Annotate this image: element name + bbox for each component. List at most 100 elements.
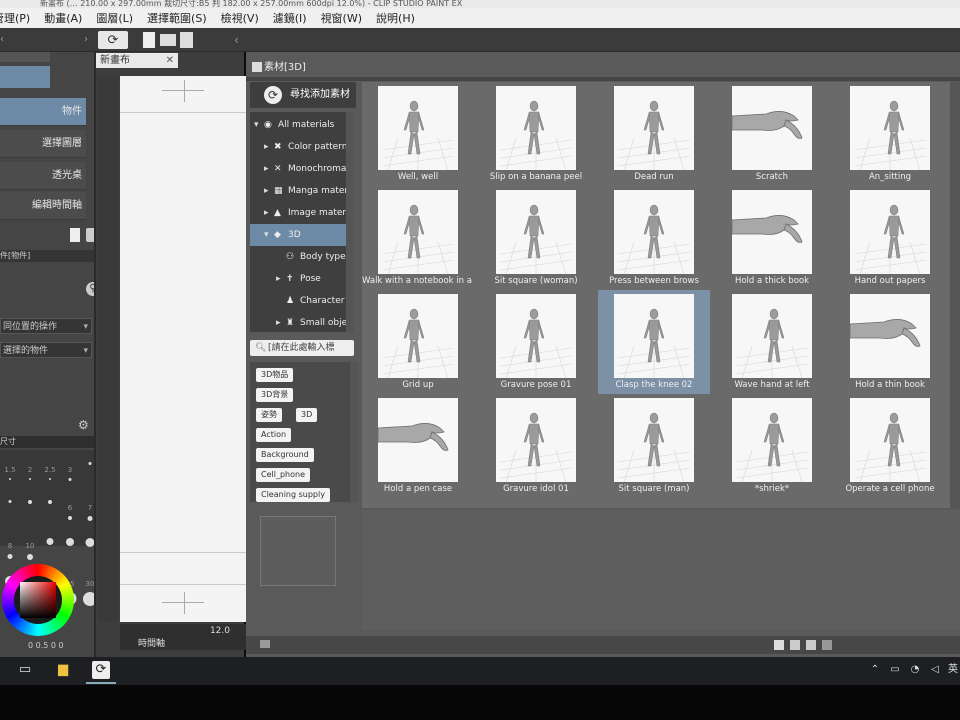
material-tab[interactable]: 素材[3D] xyxy=(264,60,324,76)
tree-item[interactable]: ▾ ◉ All materials xyxy=(250,114,354,136)
panel-tab-active[interactable] xyxy=(0,66,50,88)
menu-item-animation[interactable]: 動畫(A) xyxy=(44,10,82,26)
chevron-down-icon[interactable]: ▾ xyxy=(254,114,259,136)
material-tile[interactable]: An_sitting xyxy=(834,82,946,186)
find-material-button[interactable]: ⟳ 尋找添加素材 xyxy=(250,82,356,108)
page-icon[interactable] xyxy=(70,228,80,242)
material-tile[interactable]: Walk with a notebook in a hand xyxy=(362,186,474,290)
material-tile[interactable]: Clasp the knee 02 xyxy=(598,290,710,394)
brush-size-cell[interactable] xyxy=(60,526,80,548)
menu-item-layer[interactable]: 圖層(L) xyxy=(96,10,133,26)
canvas-tab[interactable]: 新畫布 ✕ xyxy=(96,53,178,68)
tag-chip[interactable]: Cleaning supply xyxy=(256,488,330,502)
grid-view-icon[interactable] xyxy=(806,640,816,650)
brush-size-cell[interactable] xyxy=(0,488,20,510)
canvas-page[interactable] xyxy=(120,76,248,622)
menu-item-view[interactable]: 檢視(V) xyxy=(221,10,259,26)
selected-object-select[interactable]: 選擇的物件 xyxy=(0,342,92,359)
tag-search-input[interactable]: 🔍︎ [請在此處輸入標 xyxy=(250,340,354,356)
volume-icon[interactable]: ◁ xyxy=(926,661,944,679)
brush-size-cell[interactable] xyxy=(40,526,60,548)
material-tile[interactable]: Gravure pose 01 xyxy=(480,290,592,394)
layer-item-object[interactable]: 物件 xyxy=(0,98,86,126)
tree-item[interactable]: ♟ Character xyxy=(250,290,354,312)
material-tile[interactable]: Operate a cell phone xyxy=(834,394,946,498)
tag-chip[interactable]: Action xyxy=(256,428,292,442)
layer-item-timeline[interactable]: 編輯時間軸 xyxy=(0,192,86,220)
chevron-down-icon[interactable]: ▾ xyxy=(264,224,269,246)
menu-item-filter[interactable]: 濾鏡(I) xyxy=(273,10,307,26)
color-square[interactable] xyxy=(20,582,56,618)
material-tile[interactable]: Sit square (woman) xyxy=(480,186,592,290)
material-tile[interactable]: Hold a pen case xyxy=(362,394,474,498)
tag-chip[interactable]: 3D物品 xyxy=(256,368,294,382)
tree-item[interactable]: ▸ ✖ Color pattern xyxy=(250,136,354,158)
tree-item[interactable]: ▸ ♜ Small object xyxy=(250,312,354,334)
chevron-left-icon[interactable]: ‹ xyxy=(0,34,20,46)
menu-item-selection[interactable]: 選擇範圍(S) xyxy=(147,10,207,26)
chevron-right-icon[interactable]: ▸ xyxy=(276,312,281,334)
brush-size-cell[interactable] xyxy=(20,488,40,510)
file-explorer-icon[interactable]: ▆ xyxy=(54,661,72,679)
list-view-icon[interactable] xyxy=(790,640,800,650)
brush-size-cell[interactable]: 2.5 xyxy=(40,466,60,488)
material-tile[interactable]: Well, well xyxy=(362,82,474,186)
network-icon[interactable]: ▭ xyxy=(886,661,904,679)
material-tile[interactable]: Gravure idol 01 xyxy=(480,394,592,498)
close-icon[interactable]: ✕ xyxy=(166,53,174,68)
task-view-icon[interactable]: ▭ xyxy=(16,661,34,679)
tag-chip[interactable]: 3D背景 xyxy=(256,388,294,402)
tree-item[interactable]: ▾ ◆ 3D xyxy=(250,224,354,246)
chevron-right-icon[interactable]: ▸ xyxy=(276,268,281,290)
chevron-right-icon[interactable]: › xyxy=(84,34,88,45)
zoom-readout[interactable]: 12.0 xyxy=(120,624,248,638)
chevron-right-icon[interactable]: ▸ xyxy=(264,158,269,180)
checkbox-icon[interactable] xyxy=(774,640,784,650)
brush-size-cell[interactable]: 8 xyxy=(0,542,20,564)
wifi-icon[interactable]: ◔ xyxy=(906,661,924,679)
material-tile[interactable]: Slip on a banana peel xyxy=(480,82,592,186)
timeline-tab[interactable]: 時間軸 xyxy=(120,638,248,650)
tree-item[interactable]: ▸ ✕ Monochromatic xyxy=(250,158,354,180)
menu-item-window[interactable]: 視窗(W) xyxy=(321,10,362,26)
material-tile[interactable]: *shriek* xyxy=(716,394,828,498)
tag-scrollbar[interactable] xyxy=(350,362,358,502)
layer-item-select[interactable]: 選擇圖層 xyxy=(0,130,86,158)
settings-icon[interactable]: ⚙ xyxy=(78,418,89,432)
chevron-left-icon[interactable]: ‹ xyxy=(234,33,239,47)
tag-chip[interactable]: 3D xyxy=(296,408,318,422)
thumbnail-size-icon[interactable] xyxy=(822,640,832,650)
menu-item-help[interactable]: 說明(H) xyxy=(376,10,415,26)
new-file-icon[interactable] xyxy=(143,32,155,48)
material-tile[interactable]: Hand out papers xyxy=(834,186,946,290)
tag-chip[interactable]: 姿勢 xyxy=(256,408,282,422)
material-tile[interactable]: Grid up xyxy=(362,290,474,394)
clip-studio-logo-button[interactable]: ⟳ xyxy=(98,31,128,49)
tree-item[interactable]: ▸ ✝ Pose xyxy=(250,268,354,290)
material-tile[interactable]: Wave hand at left xyxy=(716,290,828,394)
language-icon[interactable]: 英 xyxy=(944,661,960,679)
tree-scrollbar[interactable] xyxy=(346,112,354,332)
tree-item[interactable]: ▸ ▲ Image material xyxy=(250,202,354,224)
material-tile[interactable]: Hold a thin book xyxy=(834,290,946,394)
chevron-right-icon[interactable]: ▸ xyxy=(264,180,269,202)
material-tile[interactable]: Press between brows xyxy=(598,186,710,290)
menu-item-file[interactable]: 案管理(P) xyxy=(0,10,30,26)
chevron-up-icon[interactable]: ⌃ xyxy=(866,661,884,679)
color-wheel[interactable] xyxy=(2,564,74,636)
material-tile[interactable]: Scratch xyxy=(716,82,828,186)
folder-icon[interactable] xyxy=(260,640,270,648)
brush-size-cell[interactable]: 1.5 xyxy=(0,466,20,488)
tree-item[interactable]: ⚇ Body type xyxy=(250,246,354,268)
material-tile[interactable]: Dead run xyxy=(598,82,710,186)
save-icon[interactable] xyxy=(180,32,193,48)
brush-size-cell[interactable]: 2 xyxy=(20,466,40,488)
tree-item[interactable]: ▸ ▦ Manga material xyxy=(250,180,354,202)
position-operation-select[interactable]: 同位置的操作 xyxy=(0,318,92,335)
chevron-right-icon[interactable]: ▸ xyxy=(264,202,269,224)
open-folder-icon[interactable] xyxy=(160,34,176,46)
brush-size-cell[interactable]: 10 xyxy=(20,542,40,564)
layer-item-lighttable[interactable]: 透光桌 xyxy=(0,162,86,190)
tag-chip[interactable]: Background xyxy=(256,448,314,462)
material-tile[interactable]: Hold a thick book xyxy=(716,186,828,290)
